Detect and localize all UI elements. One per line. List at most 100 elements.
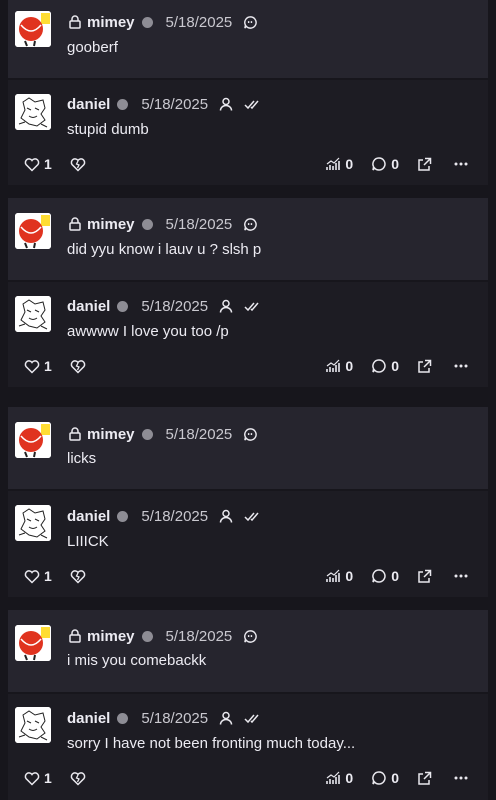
chart-icon: [326, 569, 341, 582]
lock-icon: [67, 14, 83, 30]
post-text: did yyu know i lauv u ? slsh p: [67, 241, 262, 258]
avatar-daniel[interactable]: [15, 505, 51, 541]
more-button[interactable]: [454, 776, 468, 780]
quote-bubble-icon[interactable]: [242, 216, 258, 232]
status-dot: [141, 16, 153, 28]
views-button[interactable]: 0: [325, 568, 353, 584]
post-date: 5/18/2025: [165, 215, 233, 233]
avatar-mimey[interactable]: [15, 213, 51, 249]
avatar-mimey[interactable]: [15, 11, 51, 47]
comment-icon: [372, 359, 386, 373]
share-button[interactable]: [417, 157, 432, 172]
heart-icon: [24, 359, 40, 374]
like-button[interactable]: 1: [24, 770, 52, 786]
double-check-icon: [244, 710, 260, 726]
post-meta: daniel 5/18/2025: [67, 94, 260, 114]
dislike-button[interactable]: [70, 569, 86, 584]
double-check-icon: [244, 96, 260, 112]
author-name[interactable]: mimey: [87, 426, 135, 443]
double-check-icon: [244, 508, 260, 524]
views-count: 0: [345, 568, 354, 584]
share-button[interactable]: [417, 569, 432, 584]
comment-button[interactable]: 0: [371, 770, 399, 786]
author-name[interactable]: daniel: [67, 298, 110, 315]
more-button[interactable]: [454, 364, 468, 368]
more-button[interactable]: [454, 574, 468, 578]
status-dot: [117, 98, 129, 110]
status-dot: [117, 712, 129, 724]
post-date: 5/18/2025: [165, 13, 233, 31]
comment-button[interactable]: 0: [371, 358, 399, 374]
broken-heart-icon: [70, 359, 86, 374]
action-bar: 1 0 0: [24, 768, 468, 788]
post-meta: mimey 5/18/2025: [67, 12, 258, 32]
person-icon[interactable]: [218, 710, 234, 726]
like-button[interactable]: 1: [24, 358, 52, 374]
avatar-daniel[interactable]: [15, 296, 51, 332]
author-name[interactable]: daniel: [67, 96, 110, 113]
post-text: i mis you comebackk: [67, 652, 207, 669]
broken-heart-icon: [70, 157, 86, 172]
comment-button[interactable]: 0: [371, 156, 399, 172]
person-icon[interactable]: [218, 96, 234, 112]
post-date: 5/18/2025: [141, 507, 209, 525]
author-name[interactable]: mimey: [87, 216, 135, 233]
author-name[interactable]: mimey: [87, 14, 135, 31]
post-date: 5/18/2025: [141, 709, 209, 727]
chart-icon: [326, 771, 341, 784]
post-text: stupid dumb: [67, 121, 149, 138]
person-icon[interactable]: [218, 298, 234, 314]
like-button[interactable]: 1: [24, 156, 52, 172]
views-count: 0: [345, 156, 354, 172]
like-button[interactable]: 1: [24, 568, 52, 584]
double-check-icon: [244, 298, 260, 314]
post-meta: mimey 5/18/2025: [67, 214, 258, 234]
like-count: 1: [44, 568, 52, 584]
heart-icon: [24, 771, 40, 786]
broken-heart-icon: [70, 569, 86, 584]
avatar-daniel[interactable]: [15, 707, 51, 743]
external-link-icon: [418, 771, 432, 785]
post-text: sorry I have not been fronting much toda…: [67, 735, 356, 752]
comment-count: 0: [391, 770, 399, 786]
post-meta: mimey 5/18/2025: [67, 626, 258, 646]
post-date: 5/18/2025: [141, 95, 209, 113]
avatar-mimey[interactable]: [15, 422, 51, 458]
quote-bubble-icon[interactable]: [242, 426, 258, 442]
status-dot: [117, 510, 129, 522]
post-date: 5/18/2025: [141, 297, 209, 315]
author-name[interactable]: daniel: [67, 710, 110, 727]
views-button[interactable]: 0: [325, 156, 353, 172]
lock-icon: [67, 426, 83, 442]
author-name[interactable]: daniel: [67, 508, 110, 525]
post-card: [8, 610, 488, 692]
post-text: LIIICK: [67, 533, 109, 550]
external-link-icon: [418, 157, 432, 171]
action-bar: 1 0 0: [24, 566, 468, 586]
post-text: awwww I love you too /p: [67, 323, 229, 340]
lock-icon: [67, 216, 83, 232]
dislike-button[interactable]: [70, 771, 86, 786]
post-date: 5/18/2025: [165, 425, 233, 443]
chart-icon: [326, 157, 341, 170]
dislike-button[interactable]: [70, 157, 86, 172]
chart-icon: [326, 359, 341, 372]
status-dot: [141, 630, 153, 642]
post-meta: daniel 5/18/2025: [67, 708, 260, 728]
post-date: 5/18/2025: [165, 627, 233, 645]
dislike-button[interactable]: [70, 359, 86, 374]
action-bar: 1 0 0: [24, 356, 468, 376]
share-button[interactable]: [417, 359, 432, 374]
avatar-mimey[interactable]: [15, 625, 51, 661]
quote-bubble-icon[interactable]: [242, 628, 258, 644]
comment-button[interactable]: 0: [371, 568, 399, 584]
author-name[interactable]: mimey: [87, 628, 135, 645]
more-button[interactable]: [454, 162, 468, 166]
avatar-daniel[interactable]: [15, 94, 51, 130]
views-button[interactable]: 0: [325, 358, 353, 374]
more-icon: [454, 574, 468, 578]
share-button[interactable]: [417, 771, 432, 786]
quote-bubble-icon[interactable]: [242, 14, 258, 30]
person-icon[interactable]: [218, 508, 234, 524]
views-button[interactable]: 0: [325, 770, 353, 786]
